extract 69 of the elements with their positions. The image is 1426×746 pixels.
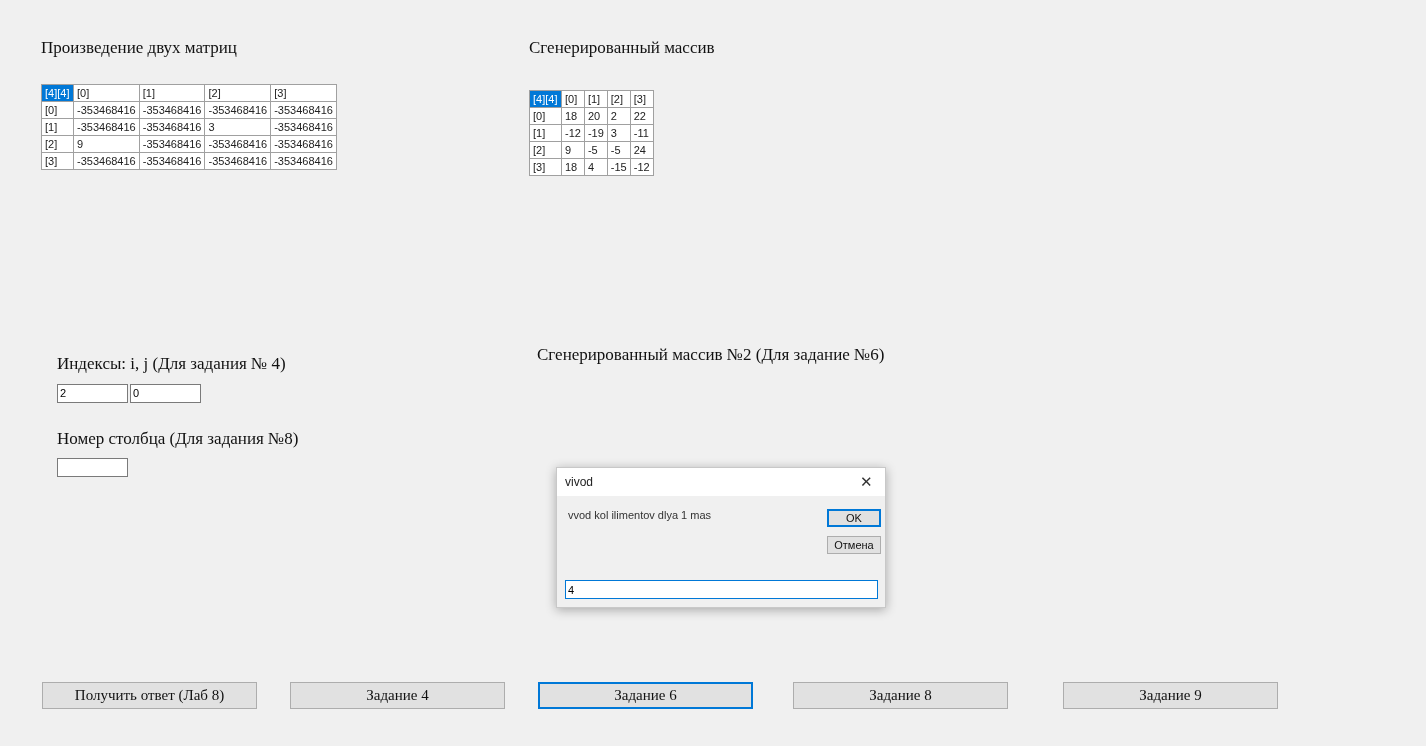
task-button[interactable]: Задание 9 [1063, 682, 1278, 709]
table-cell: -353468416 [270, 118, 337, 136]
input-field[interactable]: 2 [57, 383, 128, 403]
table-cell: 3 [607, 124, 631, 142]
table-cell: -353468416 [204, 152, 271, 170]
table-cell: 18 [561, 107, 585, 125]
table-cell: -353468416 [139, 152, 205, 170]
row-header: [3] [529, 158, 562, 176]
table-cell: 24 [630, 141, 654, 159]
row-header: [1] [41, 118, 74, 136]
table-cell: 22 [630, 107, 654, 125]
row-header: [3] [41, 152, 74, 170]
column-header: [0] [561, 90, 585, 108]
row-header: [2] [529, 141, 562, 159]
section-title: Индексы: i, j (Для задания № 4) [57, 354, 287, 374]
column-header: [3] [630, 90, 654, 108]
table-cell: 3 [204, 118, 271, 136]
table-cell: -19 [584, 124, 608, 142]
table-cell: -353468416 [270, 101, 337, 119]
section-title: Произведение двух матриц [41, 38, 238, 58]
row-header: [0] [529, 107, 562, 125]
table-cell: -353468416 [73, 101, 140, 119]
input-field[interactable] [57, 458, 128, 477]
table-cell: -11 [630, 124, 654, 142]
section-title: Сгенерированный массив [529, 38, 716, 58]
table-cell: 9 [561, 141, 585, 159]
task-button[interactable]: Задание 4 [290, 682, 505, 709]
table-cell: 4 [584, 158, 608, 176]
table-cell: -15 [607, 158, 631, 176]
section-title: Номер столбца (Для задания №8) [57, 428, 300, 449]
column-header: [2] [607, 90, 631, 108]
table-cell: -353468416 [270, 152, 337, 170]
dialog-message: vvod kol ilimentov dlya 1 mas [568, 509, 713, 521]
table-cell: -5 [584, 141, 608, 159]
task-button[interactable]: Задание 8 [793, 682, 1008, 709]
table-cell: 18 [561, 158, 585, 176]
table-cell: -353468416 [73, 118, 140, 136]
table-cell: -353468416 [139, 118, 205, 136]
ok-button[interactable]: OK [827, 509, 881, 527]
cancel-button[interactable]: Отмена [827, 536, 881, 554]
input-field[interactable]: 4 [565, 580, 878, 599]
table-cell: -12 [561, 124, 585, 142]
table-cell: 2 [607, 107, 631, 125]
table-cell: -353468416 [204, 101, 271, 119]
column-header: [3] [270, 84, 337, 102]
table-cell: 9 [73, 135, 140, 153]
task-button[interactable]: Задание 6 [538, 682, 753, 709]
row-header: [0] [41, 101, 74, 119]
corner-cell[interactable]: [4][4] [41, 84, 74, 102]
dialog-title: vivod [565, 475, 593, 489]
table-cell: 20 [584, 107, 608, 125]
row-header: [2] [41, 135, 74, 153]
close-button[interactable]: ✕ [856, 473, 877, 491]
table-cell: -353468416 [270, 135, 337, 153]
table-cell: -353468416 [73, 152, 140, 170]
section-title: Сгенерированный массив №2 (Для задание №6) [537, 345, 886, 365]
column-header: [2] [204, 84, 271, 102]
column-header: [1] [139, 84, 205, 102]
task-button[interactable]: Получить ответ (Лаб 8) [42, 682, 257, 709]
table-cell: -353468416 [139, 101, 205, 119]
corner-cell[interactable]: [4][4] [529, 90, 562, 108]
table-cell: -353468416 [139, 135, 205, 153]
table-cell: -12 [630, 158, 654, 176]
table-cell: -5 [607, 141, 631, 159]
row-header: [1] [529, 124, 562, 142]
column-header: [1] [584, 90, 608, 108]
input-field[interactable]: 0 [130, 383, 201, 403]
column-header: [0] [73, 84, 140, 102]
table-cell: -353468416 [204, 135, 271, 153]
